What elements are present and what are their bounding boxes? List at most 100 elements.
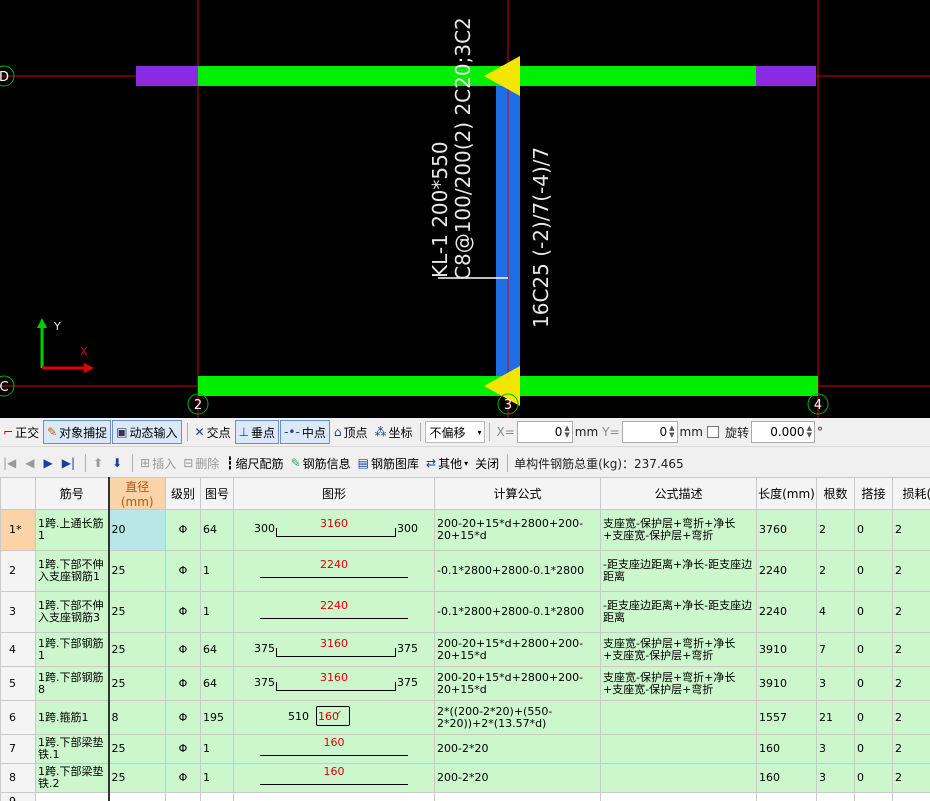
loss-cell[interactable]: 2: [892, 734, 930, 764]
loss-cell[interactable]: 2: [892, 591, 930, 633]
length-cell[interactable]: 3910: [756, 632, 817, 667]
formula-cell[interactable]: -0.1*2800+2800-0.1*2800: [434, 591, 601, 633]
count-cell[interactable]: 7: [816, 632, 855, 667]
length-cell[interactable]: 3760: [756, 509, 817, 551]
vertex-button[interactable]: ⌂ 顶点: [331, 421, 371, 443]
length-cell[interactable]: 1557: [756, 700, 817, 735]
description-cell[interactable]: 支座宽-保护层+弯折+净长+支座宽-保护层+弯折: [600, 509, 757, 551]
grade-cell[interactable]: [165, 792, 201, 801]
loss-cell[interactable]: 2: [892, 700, 930, 735]
delete-button[interactable]: ⊟ 删除: [180, 452, 222, 474]
row-number-cell[interactable]: 3: [0, 591, 36, 633]
length-cell[interactable]: [756, 792, 817, 801]
rebar-name-cell[interactable]: 1跨.下部不伸入支座钢筋1: [35, 550, 110, 592]
rebar-info-button[interactable]: ✎ 钢筋信息: [288, 452, 354, 474]
formula-cell[interactable]: 2*((200-2*20)+(550-2*20))+2*(13.57*d): [434, 700, 601, 735]
column-header[interactable]: 图号: [200, 477, 234, 510]
object-snap-button[interactable]: ✎ 对象捕捉: [43, 420, 112, 444]
rebar-name-cell[interactable]: 1跨.上通长筋1: [35, 509, 110, 551]
prev-record-button[interactable]: ◀: [22, 452, 39, 474]
row-number-cell[interactable]: 7: [0, 734, 36, 764]
rebar-name-cell[interactable]: 1跨.下部梁垫铁.1: [35, 734, 110, 764]
move-down-button[interactable]: ⬇: [109, 452, 127, 474]
diameter-cell[interactable]: 25: [108, 632, 166, 667]
formula-cell[interactable]: 200-2*20: [434, 763, 601, 793]
row-number-cell[interactable]: 1*: [0, 509, 36, 551]
grade-cell[interactable]: Φ: [165, 666, 201, 701]
column-header[interactable]: 损耗(%: [892, 477, 930, 510]
description-cell[interactable]: [600, 792, 757, 801]
insert-button[interactable]: ⊞ 插入: [137, 452, 179, 474]
length-cell[interactable]: 3910: [756, 666, 817, 701]
loss-cell[interactable]: [892, 792, 930, 801]
count-cell[interactable]: 3: [816, 763, 855, 793]
description-cell[interactable]: 支座宽-保护层+弯折+净长+支座宽-保护层+弯折: [600, 632, 757, 667]
rebar-name-cell[interactable]: 1跨.下部钢筋8: [35, 666, 110, 701]
count-cell[interactable]: 3: [816, 734, 855, 764]
count-cell[interactable]: 3: [816, 666, 855, 701]
diameter-cell[interactable]: 25: [108, 550, 166, 592]
lap-cell[interactable]: 0: [854, 700, 893, 735]
column-header[interactable]: 根数: [816, 477, 855, 510]
description-cell[interactable]: [600, 763, 757, 793]
shape-cell[interactable]: 300 3160 300: [233, 509, 435, 551]
table-row[interactable]: 8 1跨.下部梁垫铁.2 25 Φ 1 160 200-2*20 160 3 0 2: [0, 763, 930, 793]
loss-cell[interactable]: 2: [892, 763, 930, 793]
loss-cell[interactable]: 2: [892, 632, 930, 667]
count-cell[interactable]: 2: [816, 550, 855, 592]
table-row[interactable]: 4 1跨.下部钢筋1 25 Φ 64 375 3160 375 200-20+15*d+2800…: [0, 632, 930, 667]
y-input[interactable]: 0 ▲ ▼: [621, 421, 678, 443]
row-number-cell[interactable]: 5: [0, 666, 36, 701]
diameter-cell[interactable]: 25: [108, 666, 166, 701]
other-menu-button[interactable]: ⇄ 其他 ▾: [423, 452, 471, 474]
rebar-name-cell[interactable]: 1跨.箍筋1: [35, 700, 110, 735]
scale-rebar-button[interactable]: ┇ 缩尺配筋: [223, 452, 286, 474]
table-row[interactable]: 2 1跨.下部不伸入支座钢筋1 25 Φ 1 2240 -0.1*2800+2800-0.1…: [0, 550, 930, 592]
grade-cell[interactable]: Φ: [165, 734, 201, 764]
table-row[interactable]: 7 1跨.下部梁垫铁.1 25 Φ 1 160 200-2*20 160 3 0 2: [0, 734, 930, 764]
dynamic-input-button[interactable]: ▣ 动态输入: [112, 420, 182, 444]
figure-number-cell[interactable]: 1: [200, 550, 234, 592]
x-input[interactable]: 0 ▲ ▼: [516, 421, 573, 443]
formula-cell[interactable]: 200-2*20: [434, 734, 601, 764]
diameter-cell[interactable]: 8: [108, 700, 166, 735]
rotate-checkbox[interactable]: [706, 426, 719, 438]
spin-icon[interactable]: ▲ ▼: [807, 425, 812, 439]
lap-cell[interactable]: 0: [854, 550, 893, 592]
formula-cell[interactable]: [434, 792, 601, 801]
grade-cell[interactable]: Φ: [165, 763, 201, 793]
row-number-cell[interactable]: 2: [0, 550, 36, 592]
perpendicular-button[interactable]: ⊥ 垂点: [234, 420, 280, 444]
shape-cell[interactable]: 2240: [233, 550, 435, 592]
shape-cell[interactable]: 160: [233, 734, 435, 764]
close-button[interactable]: 关闭: [472, 452, 502, 474]
count-cell[interactable]: 4: [816, 591, 855, 633]
figure-number-cell[interactable]: 1: [200, 734, 234, 764]
column-header[interactable]: 公式描述: [600, 477, 757, 510]
figure-number-cell[interactable]: 1: [200, 763, 234, 793]
formula-cell[interactable]: 200-20+15*d+2800+200-20+15*d: [434, 509, 601, 551]
last-record-button[interactable]: ▶|: [59, 452, 80, 474]
count-cell[interactable]: [816, 792, 855, 801]
lap-cell[interactable]: 0: [854, 632, 893, 667]
rebar-name-cell[interactable]: 1跨.下部不伸入支座钢筋3: [35, 591, 110, 633]
table-row[interactable]: 1* 1跨.上通长筋1 20 Φ 64 300 3160 300 200-20+15*d+280…: [0, 509, 930, 551]
count-cell[interactable]: 2: [816, 509, 855, 551]
lap-cell[interactable]: [854, 792, 893, 801]
description-cell[interactable]: 支座宽-保护层+弯折+净长+支座宽-保护层+弯折: [600, 666, 757, 701]
row-number-cell[interactable]: 6: [0, 700, 36, 735]
grade-cell[interactable]: Φ: [165, 591, 201, 633]
column-header[interactable]: 计算公式: [434, 477, 601, 510]
figure-number-cell[interactable]: 64: [200, 509, 234, 551]
length-cell[interactable]: 160: [756, 763, 817, 793]
count-cell[interactable]: 21: [816, 700, 855, 735]
figure-number-cell[interactable]: 64: [200, 632, 234, 667]
offset-dropdown[interactable]: 不偏移 ▾: [425, 421, 486, 443]
diameter-cell[interactable]: 25: [108, 734, 166, 764]
description-cell[interactable]: [600, 734, 757, 764]
table-row[interactable]: 6 1跨.箍筋1 8 Φ 195 510 160 ⸝ 2*((200-2*20)+(550-2*…: [0, 700, 930, 735]
column-header[interactable]: 图形: [233, 477, 435, 510]
grade-cell[interactable]: Φ: [165, 509, 201, 551]
loss-cell[interactable]: 2: [892, 666, 930, 701]
spin-icon[interactable]: ▲ ▼: [564, 425, 569, 439]
